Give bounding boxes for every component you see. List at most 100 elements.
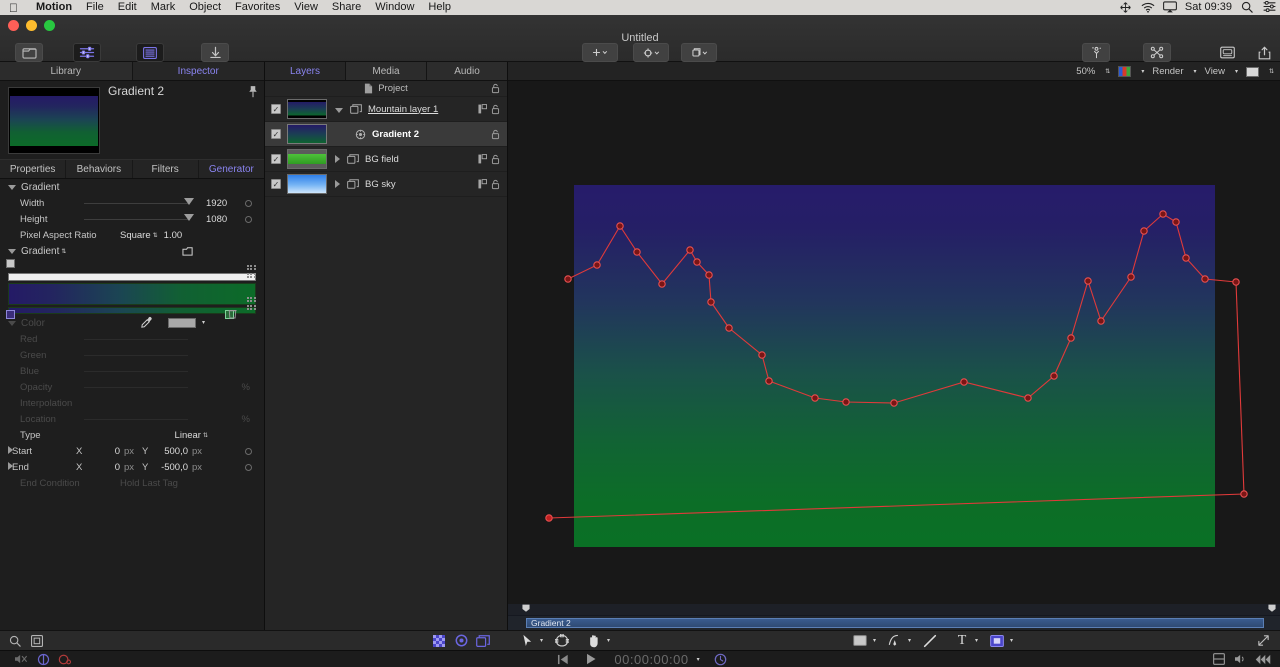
layer-name-bg-sky[interactable]: BG sky	[365, 179, 396, 190]
gradient-preset-icon[interactable]	[182, 246, 194, 257]
minimize-button[interactable]	[26, 20, 37, 31]
gradient-editor[interactable]	[0, 259, 264, 319]
layer-tag-icon-bg-field[interactable]	[478, 154, 487, 164]
mute-icon[interactable]	[10, 653, 32, 665]
eyedropper-icon[interactable]	[140, 316, 153, 329]
pin-icon[interactable]	[248, 85, 258, 99]
layers-project-row[interactable]: Project	[265, 81, 507, 97]
gradient-editor-header[interactable]: Gradient ⇅	[0, 243, 264, 259]
disclosure-triangle-icon[interactable]	[8, 184, 16, 190]
menu-item-mark[interactable]: Mark	[144, 0, 182, 15]
tab-audio[interactable]: Audio	[427, 62, 507, 80]
zoom-button[interactable]	[44, 20, 55, 31]
menu-item-share[interactable]: Share	[325, 0, 368, 15]
row-end[interactable]: End X 0 px Y -500,0 px	[0, 459, 264, 475]
timeline-clip-gradient-2[interactable]: Gradient 2	[526, 618, 1264, 628]
close-button[interactable]	[8, 20, 19, 31]
timeline-strip[interactable]: Gradient 2	[508, 604, 1280, 630]
timecode-chevron-icon[interactable]: ▾	[697, 656, 700, 663]
mask-chevron-icon[interactable]: ▾	[1010, 637, 1013, 644]
layer-disclosure-bg-sky[interactable]	[335, 175, 345, 193]
menu-item-window[interactable]: Window	[368, 0, 421, 15]
tab-behaviors[interactable]: Behaviors	[66, 160, 133, 178]
color-channels-icon[interactable]	[1118, 66, 1132, 77]
width-value[interactable]: 1920	[200, 198, 264, 209]
layer-checkbox-mountain-layer-1[interactable]: ✓	[271, 104, 281, 114]
row-end-condition[interactable]: End Condition Hold Last Tag	[0, 475, 264, 491]
color-swatch-chevron-icon[interactable]: ▾	[202, 319, 205, 326]
menu-item-file[interactable]: File	[79, 0, 111, 15]
tab-properties[interactable]: Properties	[0, 160, 67, 178]
pen-chevron-icon[interactable]: ▾	[908, 637, 911, 644]
view-chevron-icon[interactable]: ▾	[1235, 68, 1238, 75]
canvas-shape-overlay[interactable]	[508, 81, 1280, 604]
select-chevron-icon[interactable]: ▾	[540, 637, 543, 644]
row-pixel-aspect-ratio[interactable]: Pixel Aspect Ratio Square ⇅ 1.00	[0, 227, 264, 243]
new-group-icon[interactable]	[26, 634, 48, 647]
end-x-value[interactable]: 0	[90, 462, 120, 473]
record-keyframe-icon[interactable]	[54, 653, 76, 666]
wifi-icon[interactable]	[1141, 1, 1155, 14]
text-tool-icon[interactable]: T	[951, 633, 973, 649]
layer-name-gradient-2[interactable]: Gradient 2	[372, 129, 419, 140]
bezier-pen-icon[interactable]	[884, 634, 906, 648]
control-center-icon[interactable]	[1263, 1, 1276, 14]
location-slider[interactable]	[84, 411, 200, 427]
menu-item-favorites[interactable]: Favorites	[228, 0, 287, 15]
tab-inspector[interactable]: Inspector	[132, 62, 264, 80]
hand-pan-icon[interactable]	[583, 634, 605, 648]
loop-icon[interactable]	[32, 653, 54, 666]
height-slider[interactable]	[84, 211, 200, 227]
timecode-display[interactable]: 00:00:00:00	[614, 652, 688, 667]
layer-name-mountain-layer-1[interactable]: Mountain layer 1	[368, 104, 438, 115]
view-menu-label[interactable]: View	[1205, 66, 1225, 77]
layer-row-mountain-layer-1[interactable]: ✓ Mountain layer 1	[265, 97, 507, 122]
pixel-aspect-ratio-popup[interactable]: Square	[120, 230, 151, 241]
start-y-value[interactable]: 500,0	[154, 446, 188, 457]
width-slider[interactable]	[84, 195, 200, 211]
start-keyframe-button[interactable]	[245, 447, 252, 455]
layer-row-bg-field[interactable]: ✓ BG field	[265, 147, 507, 172]
layer-tag-icon-mountain-layer-1[interactable]	[478, 104, 487, 114]
end-keyframe-button[interactable]	[245, 463, 252, 471]
channels-chevron-icon[interactable]: ▾	[1141, 68, 1144, 75]
gradient-options-top[interactable]	[247, 265, 256, 278]
layer-row-bg-sky[interactable]: ✓ BG sky	[265, 172, 507, 197]
menu-item-help[interactable]: Help	[421, 0, 458, 15]
rectangle-shape-icon[interactable]	[849, 635, 871, 646]
layer-lock-icon-bg-field[interactable]	[491, 154, 500, 165]
mountain-path-tail[interactable]	[548, 281, 1245, 519]
gradient-opacity-bar[interactable]	[8, 273, 256, 281]
mountain-path-points[interactable]	[545, 210, 1248, 522]
end-disclosure-icon[interactable]	[0, 461, 13, 473]
apple-logo-icon[interactable]: 	[0, 2, 29, 14]
row-start[interactable]: Start X 0 px Y 500,0 px	[0, 443, 264, 459]
gradient-preset-chevron-icon[interactable]: ⇅	[61, 248, 66, 255]
background-chevron-icon[interactable]: ⇅	[1269, 68, 1274, 75]
disclosure-triangle-icon-3[interactable]	[8, 320, 16, 326]
start-x-value[interactable]: 0	[90, 446, 120, 457]
green-slider[interactable]	[84, 347, 200, 363]
disclosure-triangle-icon-2[interactable]	[8, 248, 16, 254]
type-popup-value[interactable]: Linear	[175, 430, 201, 441]
row-green[interactable]: Green	[0, 347, 264, 363]
layer-lock-icon-bg-sky[interactable]	[491, 179, 500, 190]
pixel-aspect-ratio-value[interactable]: 1.00	[158, 230, 222, 241]
background-swatch-icon[interactable]	[1245, 66, 1259, 77]
layer-checkbox-bg-field[interactable]: ✓	[271, 154, 281, 164]
opacity-slider[interactable]	[84, 379, 200, 395]
go-to-start-icon[interactable]	[552, 654, 574, 665]
canvas[interactable]	[508, 81, 1280, 604]
row-interpolation[interactable]: Interpolation	[0, 395, 264, 411]
row-blue[interactable]: Blue	[0, 363, 264, 379]
gradient-opacity-stop[interactable]	[6, 259, 15, 268]
record-icon[interactable]	[450, 634, 472, 647]
layer-checkbox-gradient-2[interactable]: ✓	[271, 129, 281, 139]
row-height[interactable]: Height 1080	[0, 211, 264, 227]
height-keyframe-button[interactable]	[245, 215, 252, 223]
layer-checkbox-bg-sky[interactable]: ✓	[271, 179, 281, 189]
height-value[interactable]: 1080	[200, 214, 264, 225]
menu-item-motion[interactable]: Motion	[29, 0, 79, 15]
row-opacity[interactable]: Opacity %	[0, 379, 264, 395]
color-swatch[interactable]	[168, 318, 196, 328]
